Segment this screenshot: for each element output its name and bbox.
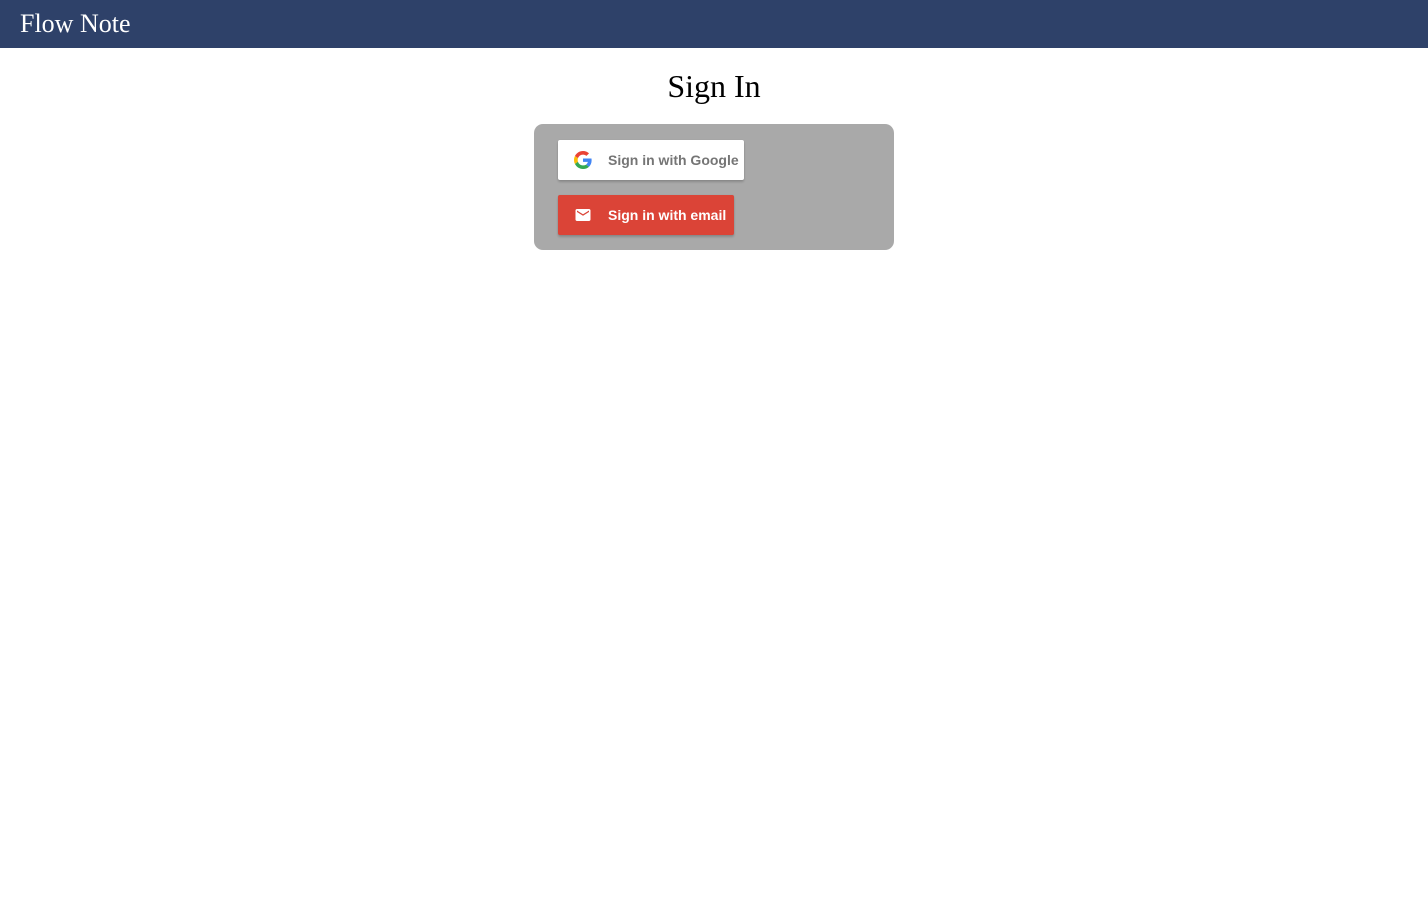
auth-provider-card: Sign in with Google Sign in with email — [534, 124, 894, 250]
sign-in-google-button[interactable]: Sign in with Google — [558, 140, 744, 180]
app-title: Flow Note — [20, 9, 131, 38]
mail-envelope-icon — [574, 206, 592, 224]
sign-in-google-label: Sign in with Google — [608, 152, 739, 168]
page-title: Sign In — [667, 68, 761, 104]
google-g-icon — [574, 151, 592, 169]
sign-in-email-label: Sign in with email — [608, 207, 727, 223]
sign-in-email-button[interactable]: Sign in with email — [558, 195, 734, 235]
app-header: Flow Note — [0, 0, 1428, 48]
